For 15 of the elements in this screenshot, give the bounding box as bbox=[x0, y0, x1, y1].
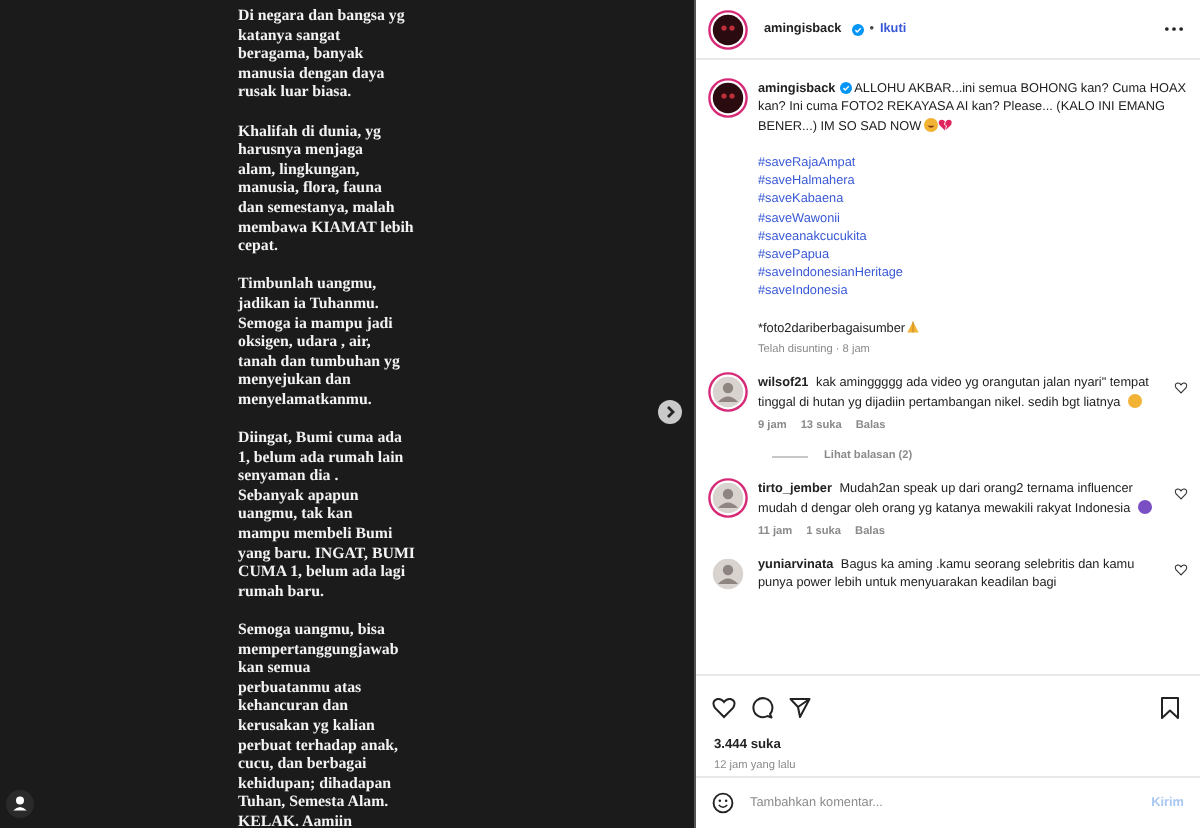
heart-icon[interactable] bbox=[1174, 382, 1188, 395]
emoji-icon[interactable] bbox=[712, 792, 734, 814]
laughing-face-icon bbox=[924, 117, 939, 132]
comment-icon[interactable] bbox=[750, 696, 774, 720]
bookmark-icon[interactable] bbox=[1158, 696, 1182, 720]
avatar[interactable] bbox=[708, 78, 748, 118]
more-icon[interactable] bbox=[1164, 26, 1184, 32]
heart-icon[interactable] bbox=[712, 696, 736, 720]
avatar[interactable] bbox=[708, 9, 748, 49]
person-icon[interactable] bbox=[6, 790, 34, 818]
heart-icon[interactable] bbox=[1174, 488, 1188, 501]
share-icon[interactable] bbox=[788, 696, 812, 720]
next-icon[interactable] bbox=[658, 400, 682, 424]
broken-heart-icon bbox=[938, 117, 953, 132]
heart-icon[interactable] bbox=[1174, 564, 1188, 576]
